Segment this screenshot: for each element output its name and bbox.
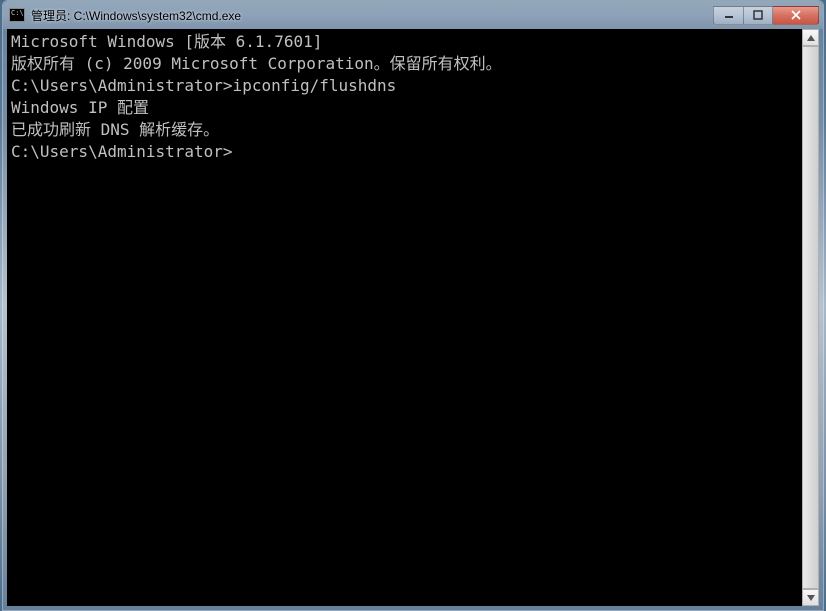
window-controls: [713, 6, 819, 25]
prompt-line: C:\Users\Administrator>ipconfig/flushdns: [11, 75, 798, 97]
terminal[interactable]: Microsoft Windows [版本 6.1.7601]版权所有 (c) …: [7, 29, 802, 606]
scrollbar: [802, 29, 819, 606]
scroll-down-button[interactable]: [802, 589, 819, 606]
scroll-up-button[interactable]: [802, 29, 819, 46]
client-area: Microsoft Windows [版本 6.1.7601]版权所有 (c) …: [7, 29, 819, 606]
prompt-line: C:\Users\Administrator>: [11, 141, 798, 163]
minimize-button[interactable]: [713, 6, 743, 25]
scroll-track[interactable]: [802, 46, 819, 589]
close-button[interactable]: [773, 6, 819, 25]
output-line: Windows IP 配置: [11, 97, 798, 119]
maximize-button[interactable]: [743, 6, 773, 25]
titlebar[interactable]: 管理员: C:\Windows\system32\cmd.exe: [3, 1, 823, 29]
scroll-thumb[interactable]: [802, 46, 819, 589]
output-line: 版权所有 (c) 2009 Microsoft Corporation。保留所有…: [11, 53, 798, 75]
output-line: 已成功刷新 DNS 解析缓存。: [11, 119, 798, 141]
cmd-window: 管理员: C:\Windows\system32\cmd.exe Microso…: [2, 0, 824, 611]
cmd-icon: [9, 8, 25, 22]
output-line: Microsoft Windows [版本 6.1.7601]: [11, 31, 798, 53]
window-title: 管理员: C:\Windows\system32\cmd.exe: [31, 7, 713, 24]
